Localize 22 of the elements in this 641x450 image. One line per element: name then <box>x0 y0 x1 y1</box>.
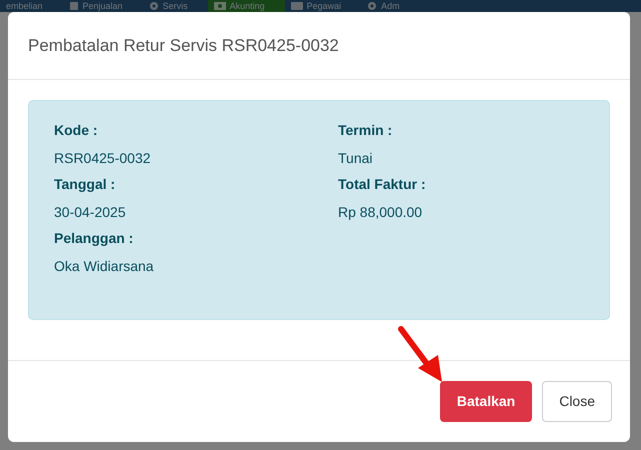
nav-item[interactable]: Adm <box>361 0 420 12</box>
nav-item[interactable]: Pegawai <box>284 0 362 12</box>
field-label: Tanggal : <box>54 175 116 193</box>
field-value: Oka Widiarsana <box>54 257 155 275</box>
card-icon <box>290 1 303 11</box>
banknote-icon <box>214 1 226 11</box>
nav-item[interactable]: Penjualan <box>62 0 143 12</box>
field-label: Pelanggan : <box>54 229 134 247</box>
nav-item[interactable]: embelian <box>0 0 63 12</box>
field-value: Rp 88,000.00 <box>338 203 424 221</box>
box-icon <box>68 1 79 11</box>
nav-item[interactable]: Servis <box>142 0 208 12</box>
modal-title: Pembatalan Retur Servis RSR0425-0032 <box>28 34 339 57</box>
cancel-transaction-button[interactable]: Batalkan <box>440 381 532 422</box>
field-value: RSR0425-0032 <box>54 149 152 167</box>
close-button[interactable]: Close <box>542 381 612 422</box>
field-value: 30-04-2025 <box>54 203 127 221</box>
field-label: Total Faktur : <box>338 175 427 193</box>
nav-item[interactable]: Akunting <box>208 0 285 12</box>
field-label: Kode : <box>54 121 99 139</box>
field-label: Termin : <box>338 121 394 139</box>
field-value: Tunai <box>338 149 374 167</box>
